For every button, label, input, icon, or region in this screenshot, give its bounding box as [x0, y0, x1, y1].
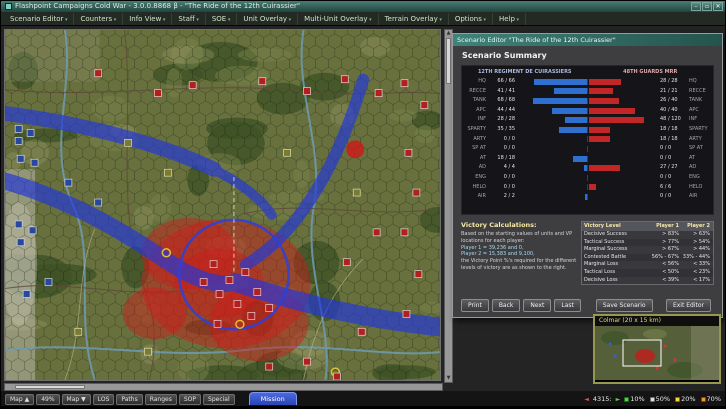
chart-row-hq: HQ66 / 6628 / 28HQ	[462, 77, 713, 87]
chart-row-recce: RECCE41 / 4121 / 21RECCE	[462, 87, 713, 97]
menu-info-view[interactable]: Info View	[123, 13, 172, 25]
main-area: ▲ ▼ Scenario Editor "The Ride of the 12t…	[1, 26, 725, 391]
chart-row-apc: APC44 / 4440 / 40APC	[462, 106, 713, 116]
scenario-editor-dialog: Scenario Editor "The Ride of the 12th Cu…	[452, 33, 723, 318]
menu-help[interactable]: Help	[493, 13, 526, 25]
toolbar-49-button[interactable]: 49%	[36, 394, 59, 405]
status-indicator-2: 20%	[675, 395, 695, 403]
counter-left-arrow-icon[interactable]: ◄	[584, 396, 589, 403]
menu-counters[interactable]: Counters	[74, 13, 123, 25]
chart-row-sp-at: SP AT0 / 00 / 0SP AT	[462, 144, 713, 154]
back-button[interactable]: Back	[492, 299, 521, 312]
menu-multi-unit-overlay[interactable]: Multi-Unit Overlay	[298, 13, 378, 25]
window-title: Flashpoint Campaigns Cold War - 3.0.0.88…	[15, 1, 300, 12]
print-button[interactable]: Print	[461, 299, 489, 312]
chart-row-sparty: SPARTY35 / 3518 / 18SPARTY	[462, 125, 713, 135]
victory-row-tactical-success: Tactical Success> 77%> 54%	[582, 239, 713, 247]
close-button[interactable]: ✕	[713, 2, 723, 11]
victory-table: Victory Level Player 1 Player 2 Decisive…	[581, 221, 714, 285]
counter-right-arrow-icon[interactable]: ►	[616, 396, 621, 403]
force-summary-chart: 12TH REGIMENT DE CUIRASSIERS 48TH GUARDS…	[461, 65, 714, 215]
chart-rows: HQ66 / 6628 / 28HQRECCE41 / 4121 / 21REC…	[462, 77, 713, 202]
map-viewport[interactable]	[4, 29, 441, 381]
dialog-titlebar[interactable]: Scenario Editor "The Ride of the 12th Cu…	[453, 34, 722, 46]
menu-options[interactable]: Options	[449, 13, 493, 25]
chart-row-eng: ENG0 / 00 / 0ENG	[462, 173, 713, 183]
victory-row-decisive-success: Decisive Success> 83%> 63%	[582, 231, 713, 239]
victory-row-marginal-success: Marginal Success> 67%> 44%	[582, 246, 713, 254]
map-horizontal-scrollbar[interactable]	[4, 383, 443, 391]
menubar: Scenario EditorCountersInfo ViewStaffSOE…	[1, 12, 725, 26]
last-button[interactable]: Last	[554, 299, 581, 312]
victory-row-tactical-loss: Tactical Loss< 50%< 23%	[582, 269, 713, 277]
toolbar-los-button[interactable]: LOS	[93, 394, 115, 405]
menu-unit-overlay[interactable]: Unit Overlay	[237, 13, 298, 25]
menu-terrain-overlay[interactable]: Terrain Overlay	[379, 13, 449, 25]
chart-row-tank: TANK68 / 6826 / 40TANK	[462, 96, 713, 106]
chart-row-air: AIR2 / 20 / 0AIR	[462, 192, 713, 202]
toolbar-ranges-button[interactable]: Ranges	[145, 394, 177, 405]
dialog-buttons: PrintBackNextLast Save Scenario Exit Edi…	[461, 298, 714, 312]
map-canvas[interactable]	[5, 30, 440, 380]
victory-row-marginal-loss: Marginal Loss< 56%< 33%	[582, 261, 713, 269]
menu-scenario-editor[interactable]: Scenario Editor	[4, 13, 74, 25]
horizontal-scroll-thumb[interactable]	[15, 385, 85, 389]
minimap-panel[interactable]: Colmar (20 x 15 km)	[593, 314, 721, 384]
app-window: Flashpoint Campaigns Cold War - 3.0.0.88…	[0, 0, 726, 409]
menu-staff[interactable]: Staff	[172, 13, 205, 25]
exit-editor-button[interactable]: Exit Editor	[666, 299, 711, 312]
turn-counter: 4315:	[593, 395, 612, 403]
toolbar-map-button[interactable]: Map ▲	[5, 394, 34, 405]
minimap-title: Colmar (20 x 15 km)	[595, 316, 719, 326]
victory-calculations-text: Based on the starting values of units an…	[461, 231, 577, 272]
victory-calculations-heading: Victory Calculations:	[461, 221, 577, 229]
player2-values: Player 2 = 15,383 and 9,100,	[461, 251, 535, 257]
chart-row-inf: INF28 / 2848 / 120INF	[462, 115, 713, 125]
toolbar-special-button[interactable]: Special	[203, 394, 235, 405]
victory-row-decisive-loss: Decisive Loss< 39%< 17%	[582, 277, 713, 285]
status-indicators: ◄ 4315: ► 10% 50% 20% 70%	[584, 395, 721, 405]
next-button[interactable]: Next	[523, 299, 551, 312]
toolbar-map-button[interactable]: Map ▼	[62, 394, 91, 405]
left-force-header: 12TH REGIMENT DE CUIRASSIERS	[462, 68, 588, 77]
minimap-canvas[interactable]	[595, 326, 719, 380]
toolbar-sop-button[interactable]: SOP	[179, 394, 201, 405]
chart-row-helo: HELO0 / 06 / 6HELO	[462, 183, 713, 193]
scenario-summary-heading: Scenario Summary	[462, 51, 547, 60]
chart-row-arty: ARTY0 / 018 / 18ARTY	[462, 135, 713, 145]
player1-values: Player 1 = 39,236 and 0,	[461, 245, 524, 251]
victory-row-contested-battle: Contested Battle56% - 67%33% - 44%	[582, 254, 713, 262]
chart-row-ad: AD4 / 427 / 27AD	[462, 163, 713, 173]
victory-table-rows: Decisive Success> 83%> 63%Tactical Succe…	[582, 231, 713, 284]
save-scenario-button[interactable]: Save Scenario	[596, 299, 653, 312]
right-force-header: 48TH GUARDS MRR	[588, 68, 714, 77]
status-indicator-3: 70%	[701, 395, 721, 403]
vertical-scroll-thumb[interactable]	[446, 38, 451, 84]
maximize-button[interactable]: ▫	[702, 2, 712, 11]
status-indicator-0: 10%	[624, 395, 644, 403]
victory-table-header: Victory Level Player 1 Player 2	[582, 222, 713, 231]
chart-row-at: AT18 / 180 / 0AT	[462, 154, 713, 164]
status-indicator-1: 50%	[650, 395, 670, 403]
scroll-up-icon[interactable]: ▲	[445, 30, 452, 37]
toolbar-paths-button[interactable]: Paths	[116, 394, 142, 405]
minimize-button[interactable]: –	[691, 2, 701, 11]
mission-tab[interactable]: Mission	[249, 392, 297, 405]
bottom-toolbar: Map ▲49%Map ▼LOSPathsRangesSOPSpecial Mi…	[1, 391, 725, 406]
menu-soe[interactable]: SOE	[206, 13, 238, 25]
scroll-down-icon[interactable]: ▼	[445, 375, 452, 382]
titlebar: Flashpoint Campaigns Cold War - 3.0.0.88…	[1, 1, 725, 12]
app-icon	[5, 3, 12, 10]
